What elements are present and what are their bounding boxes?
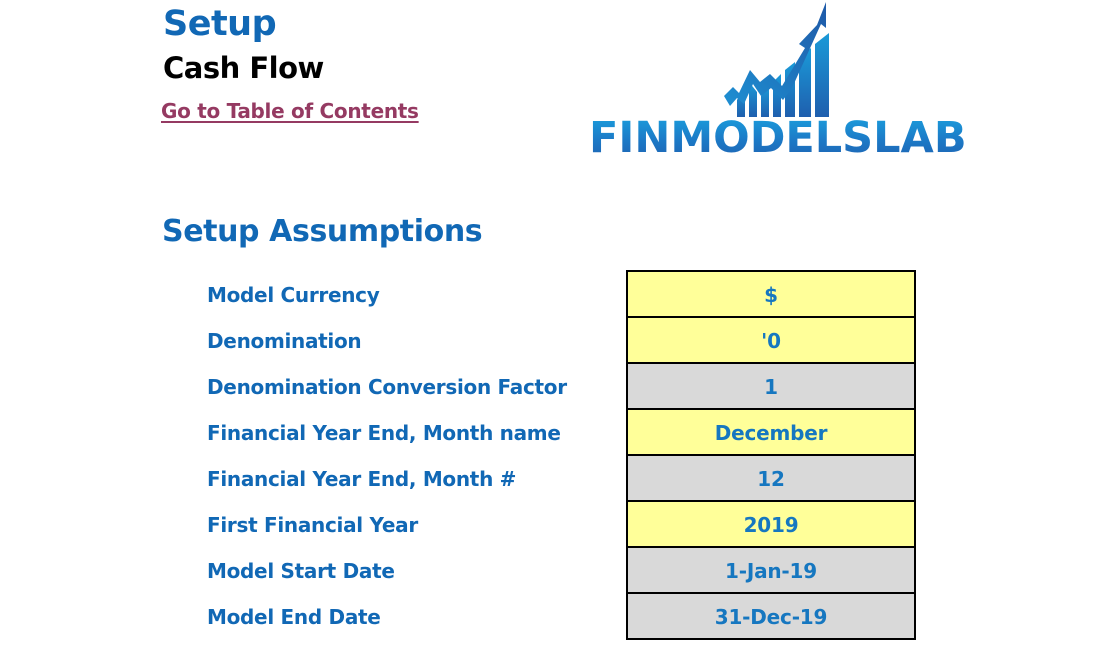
- logo-bar-7: [815, 33, 829, 117]
- model-currency-input[interactable]: $: [628, 272, 914, 318]
- assumption-labels: Model Currency Denomination Denomination…: [207, 271, 617, 639]
- denomination-conversion-factor-value: 1: [628, 364, 914, 410]
- finmodelslab-logo: FINMODELSLAB: [585, 0, 1005, 170]
- section-title: Setup Assumptions: [162, 214, 483, 249]
- label-first-financial-year: First Financial Year: [207, 513, 418, 537]
- rising-chart-arrow-icon: [724, 2, 829, 117]
- fy-end-month-name-input[interactable]: December: [628, 410, 914, 456]
- label-fy-end-month-name: Financial Year End, Month name: [207, 421, 561, 445]
- model-start-date-value: 1-Jan-19: [628, 548, 914, 594]
- first-financial-year-input[interactable]: 2019: [628, 502, 914, 548]
- assumption-values-table: $ '0 1 December 12 2019 1-Jan-19 31-Dec-…: [626, 270, 916, 640]
- model-end-date-value: 31-Dec-19: [628, 594, 914, 640]
- label-model-end-date: Model End Date: [207, 605, 381, 629]
- label-model-currency: Model Currency: [207, 283, 380, 307]
- page-title: Setup: [163, 4, 277, 44]
- page-subtitle: Cash Flow: [163, 51, 324, 85]
- table-of-contents-link[interactable]: Go to Table of Contents: [161, 97, 419, 125]
- label-fy-end-month-number: Financial Year End, Month #: [207, 467, 517, 491]
- logo-wordmark: FINMODELSLAB: [589, 113, 967, 163]
- label-denomination-conversion-factor: Denomination Conversion Factor: [207, 375, 567, 399]
- label-model-start-date: Model Start Date: [207, 559, 395, 583]
- denomination-input[interactable]: '0: [628, 318, 914, 364]
- label-denomination: Denomination: [207, 329, 362, 353]
- fy-end-month-number-value: 12: [628, 456, 914, 502]
